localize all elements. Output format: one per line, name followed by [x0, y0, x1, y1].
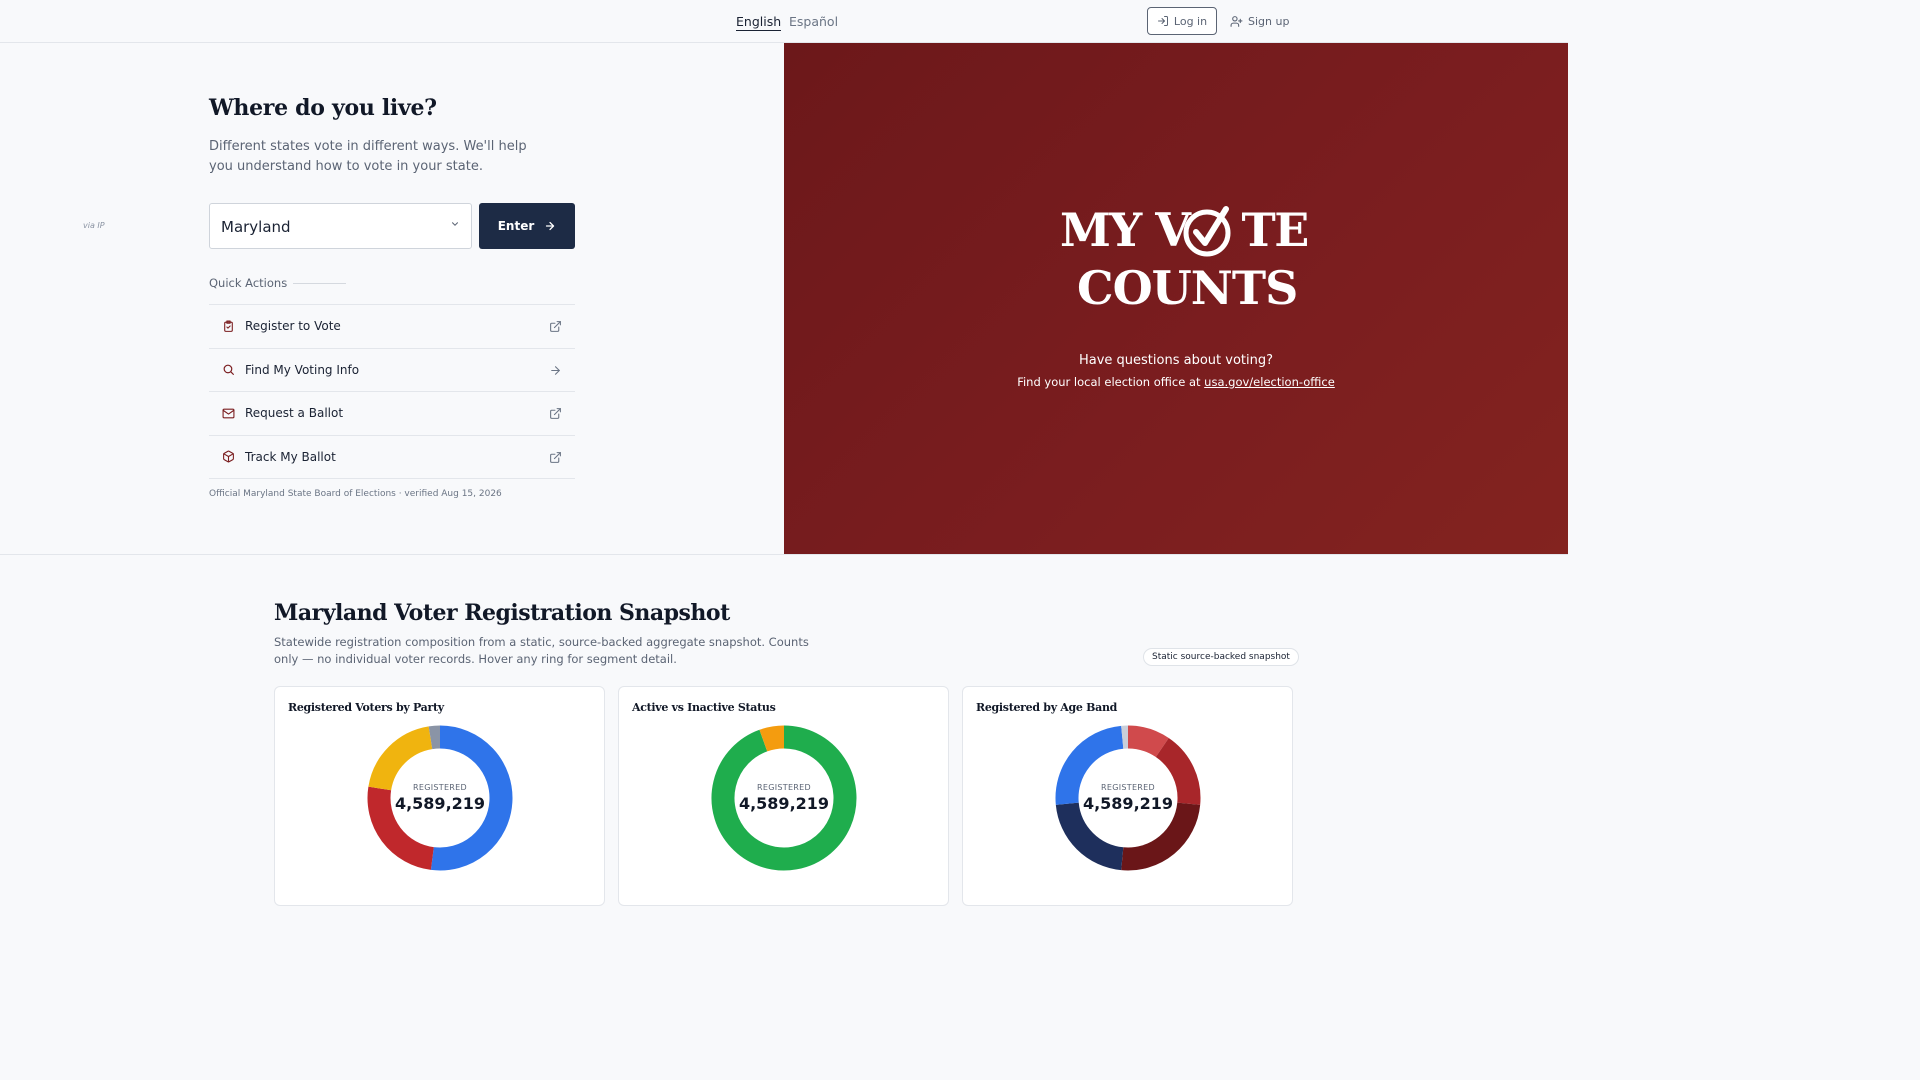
- snapshot-title: Maryland Voter Registration Snapshot: [274, 600, 730, 626]
- quick-action-label: Track My Ballot: [245, 449, 336, 464]
- state-detection-hint: via IP: [83, 221, 105, 230]
- external-link-icon: [550, 408, 561, 419]
- quick-action-track-ballot[interactable]: Track My Ballot: [209, 436, 575, 479]
- arrow-right-icon: [551, 365, 560, 375]
- quick-action-request-ballot[interactable]: Request a Ballot: [209, 392, 575, 436]
- signup-button[interactable]: Sign up: [1230, 7, 1289, 35]
- questions-heading: Have questions about voting?: [1078, 353, 1274, 368]
- chart-title: Active vs Inactive Status: [632, 701, 776, 714]
- chart-card-status: Active vs Inactive Status REGISTERED 4,5…: [618, 686, 949, 906]
- signup-label: Sign up: [1248, 14, 1290, 28]
- package-icon: [221, 450, 235, 464]
- check-circle-logo-icon: [1183, 206, 1231, 257]
- logo-text-part: TE: [1241, 203, 1309, 257]
- enter-label: Enter: [497, 219, 535, 233]
- donut-center-value: 4,589,219: [394, 794, 486, 813]
- external-link-icon: [550, 451, 561, 463]
- search-icon: [221, 363, 235, 377]
- chart-card-age: Registered by Age Band REGISTERED 4,589,…: [962, 686, 1293, 906]
- donut-center-label: REGISTERED: [1101, 783, 1155, 792]
- login-icon: [1157, 16, 1168, 26]
- chart-title: Registered by Age Band: [976, 701, 1118, 714]
- donut-segment-0[interactable]: [1127, 725, 1169, 758]
- donut-center-value: 4,589,219: [1082, 794, 1174, 813]
- logo-line-2: COUNTS: [1077, 261, 1298, 315]
- snapshot-description: Statewide registration composition from …: [274, 635, 809, 666]
- donut-center-value: 4,589,219: [738, 794, 830, 813]
- donut-center-label: REGISTERED: [757, 783, 811, 792]
- login-button[interactable]: Log in: [1147, 7, 1217, 35]
- quick-action-label: Request a Ballot: [245, 406, 344, 421]
- top-bar: English Español Log in Sign up: [0, 0, 1568, 43]
- section-divider: [0, 554, 1568, 555]
- quick-actions-divider: [293, 283, 346, 284]
- donut-center-label: REGISTERED: [413, 783, 467, 792]
- quick-actions-heading: Quick Actions: [209, 276, 288, 290]
- donut-segment-3[interactable]: [428, 725, 441, 750]
- intro-text: Different states vote in different ways.…: [209, 139, 527, 174]
- arrow-right-icon: [546, 221, 555, 231]
- logo-text-part: MY V: [1060, 203, 1191, 257]
- mail-icon: [221, 406, 235, 420]
- page-title: Where do you live?: [209, 95, 437, 121]
- clipboard-check-icon: [221, 319, 235, 333]
- user-plus-icon: [1230, 15, 1243, 27]
- election-office-text: Find your local election office at usa.g…: [784, 375, 1568, 389]
- language-spanish-link[interactable]: Español: [789, 14, 838, 29]
- quick-actions-list: Register to Vote Find My Voting Info Req…: [209, 304, 575, 479]
- donut-segment-1[interactable]: [759, 725, 785, 752]
- snapshot-badge: Static source-backed snapshot: [1143, 648, 1299, 666]
- verification-note: Official Maryland State Board of Electio…: [209, 489, 502, 499]
- donut-segment-2[interactable]: [368, 726, 433, 791]
- quick-action-label: Register to Vote: [245, 319, 341, 334]
- chart-card-party: Registered Voters by Party REGISTERED 4,…: [274, 686, 605, 906]
- quick-action-register[interactable]: Register to Vote: [209, 305, 575, 349]
- election-office-link[interactable]: usa.gov/election-office: [1204, 375, 1335, 389]
- chevron-down-icon: [451, 222, 459, 226]
- enter-button[interactable]: Enter: [479, 203, 575, 249]
- chart-title: Registered Voters by Party: [288, 701, 444, 714]
- state-select-value: Maryland: [221, 218, 291, 236]
- login-label: Log in: [1173, 14, 1208, 28]
- language-english-link[interactable]: English: [736, 14, 782, 31]
- state-select[interactable]: Maryland: [209, 203, 472, 249]
- quick-action-find-info[interactable]: Find My Voting Info: [209, 349, 575, 392]
- election-office-prefix: Find your local election office at: [1017, 375, 1205, 389]
- quick-action-label: Find My Voting Info: [245, 362, 360, 377]
- external-link-icon: [550, 321, 561, 332]
